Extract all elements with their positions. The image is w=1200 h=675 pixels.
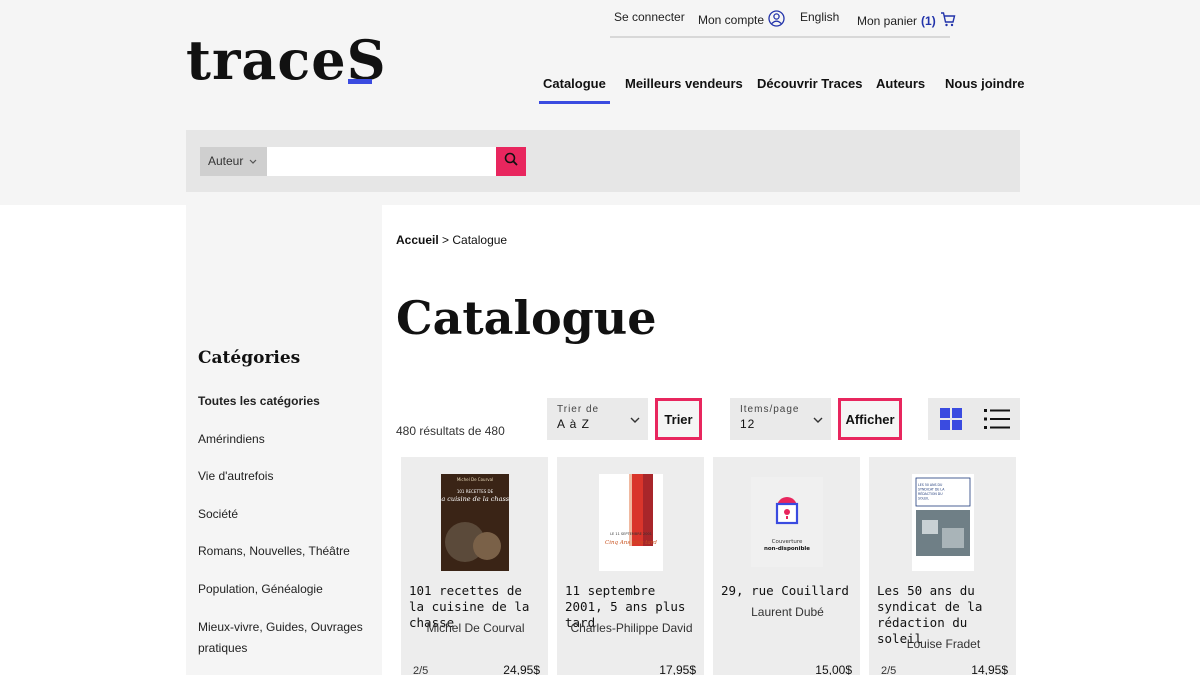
items-caption: Items/page	[740, 404, 800, 415]
book-rating: 2/5	[413, 665, 429, 675]
book-cover[interactable]: Couverture non-disponible	[750, 477, 823, 567]
sort-select[interactable]: Trier de A à Z	[547, 398, 648, 440]
nav-catalogue[interactable]: Catalogue	[539, 74, 610, 104]
login-label: Se connecter	[614, 10, 685, 24]
book-rating: 2/5	[881, 665, 897, 675]
chevron-down-icon	[249, 147, 257, 176]
cover-placeholder-top: Couverture	[771, 539, 802, 545]
book-price: 15,00$	[815, 663, 852, 675]
nav-contact[interactable]: Nous joindre	[945, 74, 1024, 104]
book-card[interactable]: LES 50 ANS DU SYNDICAT DE LA RÉDACTION DU S…	[869, 457, 1016, 675]
book-cover[interactable]: LE 11 SEPTEMBRE 2001 Cinq Ans plus tard	[598, 474, 663, 571]
breadcrumb-home[interactable]: Accueil	[396, 233, 439, 247]
breadcrumb-current: Catalogue	[452, 233, 508, 247]
book-cover[interactable]: Michel De Courval 101 RECETTES DE La cui…	[436, 474, 513, 571]
account-link[interactable]: Mon compte	[698, 10, 785, 30]
book-price: 14,95$	[971, 663, 1008, 675]
language-link[interactable]: English	[800, 10, 839, 24]
login-link[interactable]: Se connecter	[614, 10, 685, 24]
category-sidebar: Catégories Toutes les catégories Amérind…	[186, 205, 382, 675]
display-button[interactable]: Afficher	[838, 398, 902, 440]
sidebar-item-romans[interactable]: Romans, Nouvelles, Théâtre	[198, 541, 373, 562]
view-toggle	[928, 398, 1020, 440]
cover-placeholder-bottom: non-disponible	[763, 546, 809, 552]
cart-count: (1)	[921, 14, 936, 28]
book-card[interactable]: Michel De Courval 101 RECETTES DE La cui…	[401, 457, 548, 675]
sort-caption: Trier de	[557, 404, 600, 415]
search-button[interactable]	[496, 147, 526, 176]
sidebar-item-vie-autrefois[interactable]: Vie d'autrefois	[198, 466, 373, 487]
sort-value: A à Z	[557, 417, 591, 431]
book-author[interactable]: Michel De Courval	[413, 621, 538, 635]
account-label: Mon compte	[698, 13, 765, 27]
language-label: English	[800, 10, 840, 24]
breadcrumb: Accueil > Catalogue	[396, 233, 507, 247]
cover-subtitle: LE 11 SEPTEMBRE 2001	[610, 532, 652, 536]
cover-author: Michel De Courval	[456, 477, 492, 482]
sidebar-item-mieux-vivre[interactable]: Mieux-vivre, Guides, Ouvrages pratiques	[198, 617, 373, 659]
cart-icon	[940, 12, 956, 30]
search-bar: Auteur	[186, 130, 1020, 192]
chevron-down-icon	[630, 411, 640, 429]
search-filter-value: Auteur	[208, 154, 244, 168]
items-per-page-select[interactable]: Items/page 12	[730, 398, 831, 440]
book-card[interactable]: LE 11 SEPTEMBRE 2001 Cinq Ans plus tard …	[557, 457, 704, 675]
page-title: Catalogue	[396, 291, 657, 345]
cover-title: Cinq Ans plus tard	[605, 540, 657, 546]
cart-label: Mon panier	[857, 14, 918, 28]
results-count: 480 résultats de 480	[396, 424, 505, 438]
main-nav: Catalogue Meilleurs vendeurs Découvrir T…	[0, 74, 1200, 114]
chevron-down-icon	[813, 411, 823, 429]
sidebar-title: Catégories	[198, 348, 301, 368]
nav-authors[interactable]: Auteurs	[876, 74, 925, 104]
book-author[interactable]: Laurent Dubé	[725, 605, 850, 619]
nav-best-sellers[interactable]: Meilleurs vendeurs	[625, 74, 743, 104]
book-card[interactable]: Couverture non-disponible 29, rue Couill…	[713, 457, 860, 675]
book-title[interactable]: 29, rue Couillard	[721, 583, 856, 599]
cover-subtitle: 101 RECETTES DE	[456, 489, 493, 494]
list-view-icon[interactable]	[984, 408, 1010, 430]
sidebar-item-societe[interactable]: Société	[198, 504, 373, 525]
book-author[interactable]: Charles-Philippe David	[569, 621, 694, 635]
items-value: 12	[740, 417, 756, 431]
cart-link[interactable]: Mon panier (1)	[857, 12, 956, 30]
breadcrumb-separator: >	[438, 233, 453, 247]
utility-bar: Se connecter Mon compte English Mon pani…	[610, 0, 956, 38]
search-icon	[504, 152, 518, 171]
book-cover[interactable]: LES 50 ANS DU SYNDICAT DE LA RÉDACTION DU S…	[911, 474, 974, 571]
book-author[interactable]: Louise Fradet	[881, 637, 1006, 651]
sort-button[interactable]: Trier	[655, 398, 702, 440]
sidebar-item-amerindiens[interactable]: Amérindiens	[198, 429, 373, 450]
nav-discover[interactable]: Découvrir Traces	[757, 74, 863, 104]
book-price: 24,95$	[503, 663, 540, 675]
book-price: 17,95$	[659, 663, 696, 675]
search-input[interactable]	[267, 147, 496, 176]
user-icon	[768, 10, 785, 30]
sidebar-item-population[interactable]: Population, Généalogie	[198, 579, 373, 600]
sidebar-item-all[interactable]: Toutes les catégories	[198, 391, 373, 412]
grid-view-icon[interactable]	[940, 408, 962, 430]
cover-title: La cuisine de la chasse	[441, 495, 509, 503]
